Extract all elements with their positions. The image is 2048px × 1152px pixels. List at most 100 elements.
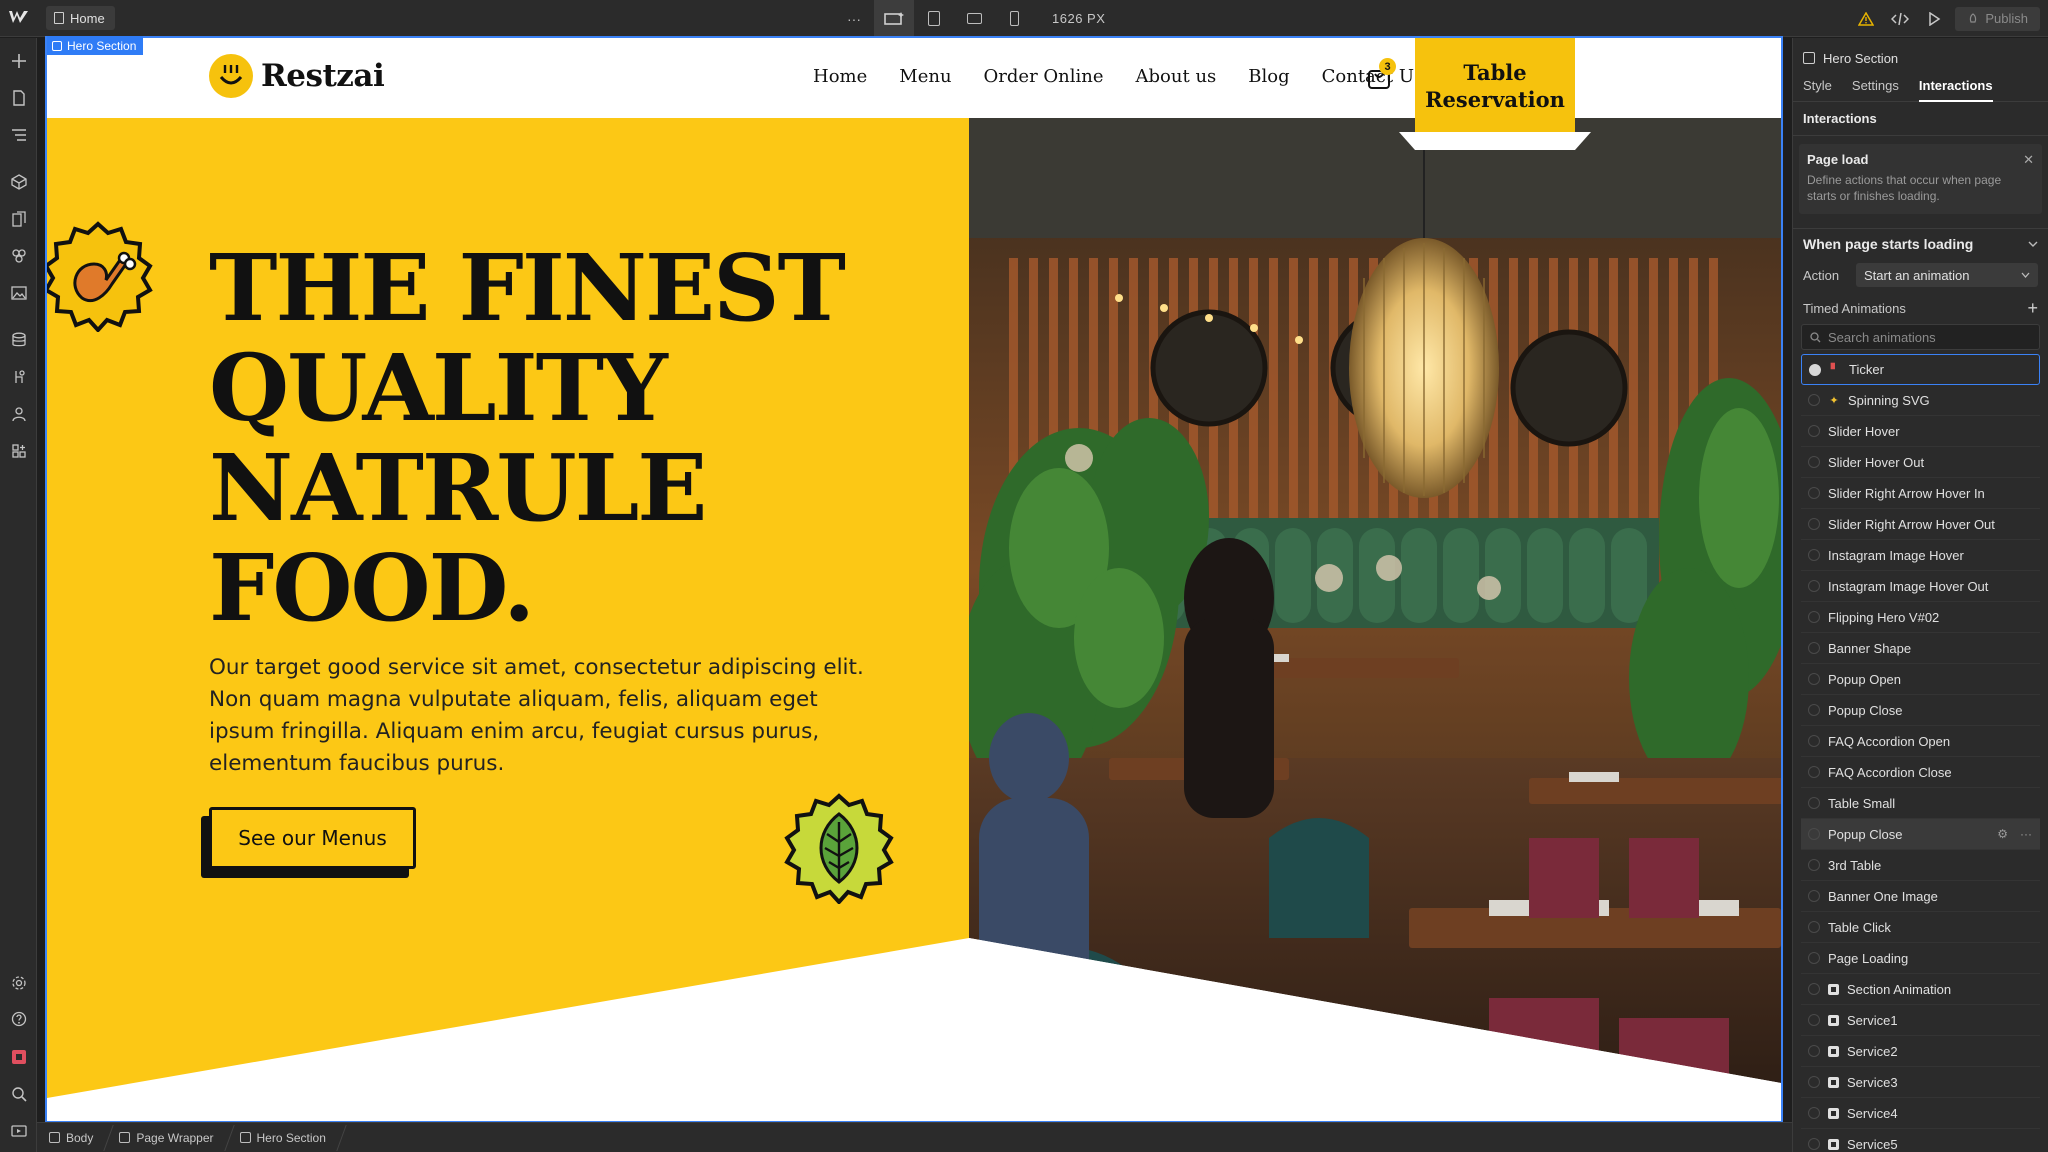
list-item[interactable]: Flipping Hero V#02 — [1801, 602, 2040, 633]
action-select[interactable]: Start an animation — [1856, 263, 2038, 287]
radio-icon — [1808, 952, 1820, 964]
mobile-portrait-breakpoint-button[interactable] — [994, 0, 1034, 37]
site-logo[interactable]: Restzai — [209, 54, 385, 98]
add-elements-icon[interactable] — [8, 50, 30, 72]
list-item[interactable]: Service3 — [1801, 1067, 2040, 1098]
list-item[interactable]: Service1 — [1801, 1005, 2040, 1036]
warning-icon[interactable] — [1849, 0, 1883, 37]
nav-about-us[interactable]: About us — [1136, 66, 1217, 87]
nav-blog[interactable]: Blog — [1248, 66, 1289, 87]
list-item[interactable]: Section Animation — [1801, 974, 2040, 1005]
radio-icon — [1808, 921, 1820, 933]
nav-home[interactable]: Home — [813, 66, 867, 87]
tab-interactions[interactable]: Interactions — [1918, 78, 1993, 102]
list-item[interactable]: FAQ Accordion Open — [1801, 726, 2040, 757]
top-right-actions: Publish — [1849, 0, 2048, 37]
list-item[interactable]: Slider Hover — [1801, 416, 2040, 447]
list-item[interactable]: ▘ Ticker — [1801, 354, 2040, 385]
radio-icon — [1808, 797, 1820, 809]
more-icon[interactable]: ··· — [2020, 827, 2032, 841]
pages-icon[interactable] — [8, 87, 30, 109]
list-item[interactable]: Banner Shape — [1801, 633, 2040, 664]
element-box-icon — [239, 1132, 251, 1143]
list-item[interactable]: Table Click — [1801, 912, 2040, 943]
code-icon[interactable] — [1883, 0, 1917, 37]
list-item[interactable]: Service2 — [1801, 1036, 2040, 1067]
cms-icon[interactable] — [8, 329, 30, 351]
search-animations-input[interactable]: Search animations — [1801, 324, 2040, 350]
page-name: Home — [70, 10, 105, 26]
top-bar: Home ··· 1626 PX Publish — [0, 0, 2048, 37]
element-box-icon — [49, 1132, 60, 1143]
list-item[interactable]: Popup Close ⚙ ··· — [1801, 819, 2040, 850]
list-item[interactable]: Banner One Image — [1801, 881, 2040, 912]
list-item[interactable]: FAQ Accordion Close — [1801, 757, 2040, 788]
hero-headline: THE FINEST QUALITY NATRULE FOOD. — [209, 234, 846, 642]
search-icon — [1810, 331, 1821, 342]
record-icon[interactable] — [8, 1046, 30, 1068]
breadcrumb-body[interactable]: Body — [49, 1131, 109, 1145]
selected-element-tag[interactable]: Hero Section — [47, 36, 144, 55]
search-icon[interactable] — [8, 1083, 30, 1105]
chicken-leg-badge-icon — [47, 220, 154, 333]
apps-icon[interactable] — [8, 440, 30, 462]
interaction-square-icon — [1828, 1045, 1839, 1057]
more-options-button[interactable]: ··· — [834, 0, 874, 37]
breadcrumb-page-wrapper[interactable]: Page Wrapper — [119, 1131, 229, 1145]
radio-icon — [1808, 580, 1820, 592]
page-selector[interactable]: Home — [46, 6, 115, 30]
tab-settings[interactable]: Settings — [1852, 78, 1899, 93]
help-icon[interactable] — [8, 1008, 30, 1030]
list-item[interactable]: Popup Close — [1801, 695, 2040, 726]
design-canvas[interactable]: Restzai Home Menu Order Online About us … — [45, 36, 1783, 1123]
page-icon — [54, 12, 64, 24]
settings-gear-icon[interactable] — [8, 972, 30, 994]
gear-icon[interactable]: ⚙ — [1997, 827, 2008, 841]
radio-icon — [1808, 1014, 1820, 1026]
radio-icon — [1808, 673, 1820, 685]
navigator-icon[interactable] — [8, 124, 30, 146]
logic-icon[interactable] — [8, 366, 30, 388]
table-reservation-button[interactable]: Table Reservation — [1415, 38, 1575, 132]
radio-icon — [1808, 518, 1820, 530]
close-icon[interactable]: ✕ — [2023, 152, 2034, 168]
list-item[interactable]: Service5 — [1801, 1129, 2040, 1152]
list-item[interactable]: Page Loading — [1801, 943, 2040, 974]
chevron-down-icon — [2021, 272, 2030, 278]
publish-button[interactable]: Publish — [1955, 6, 2040, 31]
list-item[interactable]: Slider Right Arrow Hover In — [1801, 478, 2040, 509]
list-item[interactable]: Instagram Image Hover — [1801, 540, 2040, 571]
list-item[interactable]: Slider Hover Out — [1801, 447, 2040, 478]
interactions-section-title: Interactions — [1793, 102, 2048, 136]
mobile-landscape-breakpoint-button[interactable] — [954, 0, 994, 37]
radio-icon — [1808, 828, 1820, 840]
assets-icon[interactable] — [8, 282, 30, 304]
components-icon[interactable] — [8, 171, 30, 193]
webflow-logo-icon[interactable] — [8, 9, 30, 27]
radio-icon — [1808, 890, 1820, 902]
users-icon[interactable] — [8, 403, 30, 425]
list-item[interactable]: Service4 — [1801, 1098, 2040, 1129]
radio-icon — [1808, 456, 1820, 468]
nav-order-online[interactable]: Order Online — [984, 66, 1104, 87]
tablet-breakpoint-button[interactable] — [914, 0, 954, 37]
nav-menu[interactable]: Menu — [899, 66, 951, 87]
preview-play-icon[interactable] — [1917, 0, 1951, 37]
tab-style[interactable]: Style — [1803, 78, 1832, 93]
list-item[interactable]: ✦ Spinning SVG — [1801, 385, 2040, 416]
list-item[interactable]: Popup Open — [1801, 664, 2040, 695]
libraries-icon[interactable] — [8, 208, 30, 230]
when-page-starts-loading-header[interactable]: When page starts loading — [1793, 228, 2048, 258]
list-item[interactable]: 3rd Table — [1801, 850, 2040, 881]
variables-icon[interactable] — [8, 245, 30, 267]
page-load-card: Page load Define actions that occur when… — [1799, 144, 2042, 214]
video-tutorials-icon[interactable] — [8, 1120, 30, 1142]
add-animation-icon[interactable]: + — [2027, 298, 2038, 319]
selected-radio-icon — [1809, 363, 1821, 376]
list-item[interactable]: Instagram Image Hover Out — [1801, 571, 2040, 602]
see-menus-button[interactable]: See our Menus — [209, 807, 416, 869]
list-item[interactable]: Slider Right Arrow Hover Out — [1801, 509, 2040, 540]
list-item[interactable]: Table Small — [1801, 788, 2040, 819]
desktop-breakpoint-button[interactable] — [874, 0, 914, 37]
breadcrumb-hero-section[interactable]: Hero Section — [239, 1131, 342, 1145]
